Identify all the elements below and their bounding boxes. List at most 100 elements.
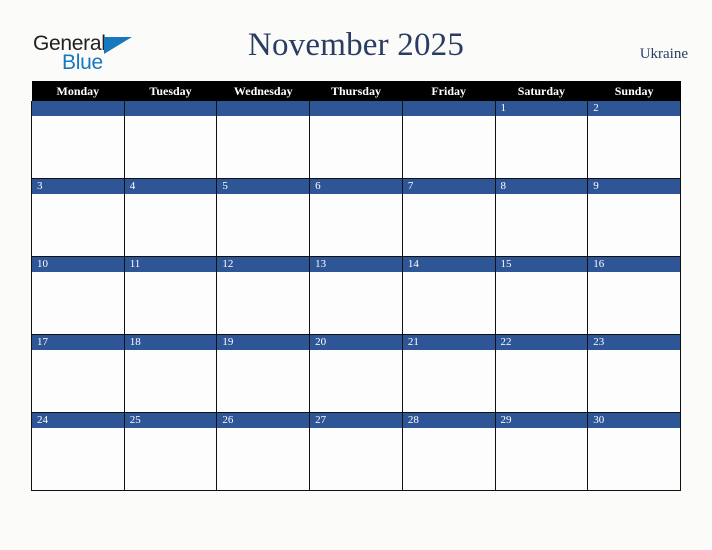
day-event-area[interactable] bbox=[32, 194, 124, 255]
day-event-area[interactable] bbox=[217, 194, 309, 255]
day-number: 13 bbox=[310, 257, 402, 272]
day-number: 21 bbox=[402, 335, 495, 350]
day-event-area[interactable] bbox=[588, 116, 680, 177]
day-number: 8 bbox=[495, 179, 588, 194]
weekday-header-saturday: Saturday bbox=[495, 81, 588, 101]
calendar-day-cell[interactable]: 22 bbox=[494, 334, 589, 413]
day-event-area[interactable] bbox=[32, 116, 124, 177]
day-event-area[interactable] bbox=[496, 116, 588, 177]
day-number: 7 bbox=[402, 179, 495, 194]
day-event-area[interactable] bbox=[125, 428, 217, 489]
calendar-week-row: 17 18 19 20 21 22 23 bbox=[31, 334, 681, 413]
calendar-day-cell[interactable]: 15 bbox=[494, 256, 589, 335]
calendar-day-cell[interactable]: 13 bbox=[309, 256, 403, 335]
calendar-day-cell[interactable]: 9 bbox=[587, 178, 681, 257]
day-event-area[interactable] bbox=[310, 116, 402, 177]
day-event-area[interactable] bbox=[496, 272, 588, 333]
day-event-area[interactable] bbox=[217, 272, 309, 333]
calendar-day-cell[interactable] bbox=[309, 101, 403, 179]
calendar-weeks: 1 2 3 4 5 6 7 8 9 10 11 12 13 14 15 16 1… bbox=[31, 101, 681, 491]
day-event-area[interactable] bbox=[125, 194, 217, 255]
day-number: 16 bbox=[588, 257, 680, 272]
calendar-day-cell[interactable]: 29 bbox=[494, 412, 589, 491]
calendar-day-cell[interactable]: 5 bbox=[216, 178, 311, 257]
calendar-day-cell[interactable]: 1 bbox=[494, 101, 589, 179]
day-event-area[interactable] bbox=[403, 116, 495, 177]
calendar-day-cell[interactable]: 3 bbox=[31, 178, 125, 257]
day-number: 22 bbox=[495, 335, 588, 350]
day-event-area[interactable] bbox=[32, 350, 124, 411]
calendar-day-cell[interactable] bbox=[216, 101, 311, 179]
day-event-area[interactable] bbox=[310, 350, 402, 411]
day-number bbox=[217, 101, 310, 116]
calendar-day-cell[interactable]: 27 bbox=[309, 412, 403, 491]
day-event-area[interactable] bbox=[125, 116, 217, 177]
calendar-day-cell[interactable]: 14 bbox=[401, 256, 496, 335]
day-number: 1 bbox=[495, 101, 588, 116]
day-event-area[interactable] bbox=[588, 194, 680, 255]
day-number: 27 bbox=[310, 413, 402, 428]
day-number: 2 bbox=[588, 101, 680, 116]
day-number: 6 bbox=[310, 179, 402, 194]
calendar-day-cell[interactable]: 17 bbox=[31, 334, 125, 413]
day-event-area[interactable] bbox=[403, 194, 495, 255]
calendar-day-cell[interactable]: 24 bbox=[31, 412, 125, 491]
day-event-area[interactable] bbox=[310, 272, 402, 333]
calendar-day-cell[interactable]: 8 bbox=[494, 178, 589, 257]
day-event-area[interactable] bbox=[310, 194, 402, 255]
day-number: 30 bbox=[588, 413, 680, 428]
day-event-area[interactable] bbox=[403, 272, 495, 333]
day-event-area[interactable] bbox=[403, 428, 495, 489]
day-number: 11 bbox=[124, 257, 217, 272]
day-number: 12 bbox=[217, 257, 310, 272]
calendar-week-row: 1 2 bbox=[31, 101, 681, 179]
page-header: General Blue November 2025 Ukraine bbox=[0, 0, 712, 81]
day-number: 3 bbox=[32, 179, 124, 194]
day-event-area[interactable] bbox=[217, 350, 309, 411]
calendar-day-cell[interactable]: 11 bbox=[123, 256, 218, 335]
day-number: 29 bbox=[495, 413, 588, 428]
calendar-day-cell[interactable]: 7 bbox=[401, 178, 496, 257]
day-number bbox=[310, 101, 402, 116]
calendar-day-cell[interactable]: 19 bbox=[216, 334, 311, 413]
calendar-week-row: 24 25 26 27 28 29 30 bbox=[31, 412, 681, 491]
day-event-area[interactable] bbox=[496, 350, 588, 411]
calendar-day-cell[interactable]: 20 bbox=[309, 334, 403, 413]
day-event-area[interactable] bbox=[588, 428, 680, 489]
day-number bbox=[32, 101, 124, 116]
day-event-area[interactable] bbox=[496, 194, 588, 255]
day-event-area[interactable] bbox=[403, 350, 495, 411]
calendar-day-cell[interactable]: 2 bbox=[587, 101, 681, 179]
day-event-area[interactable] bbox=[217, 428, 309, 489]
calendar-day-cell[interactable]: 4 bbox=[123, 178, 218, 257]
day-number: 18 bbox=[124, 335, 217, 350]
day-number bbox=[124, 101, 217, 116]
calendar-day-cell[interactable]: 21 bbox=[401, 334, 496, 413]
calendar-day-cell[interactable]: 25 bbox=[123, 412, 218, 491]
day-number: 15 bbox=[495, 257, 588, 272]
calendar-day-cell[interactable]: 12 bbox=[216, 256, 311, 335]
day-event-area[interactable] bbox=[125, 272, 217, 333]
calendar-day-cell[interactable]: 10 bbox=[31, 256, 125, 335]
day-event-area[interactable] bbox=[496, 428, 588, 489]
day-event-area[interactable] bbox=[125, 350, 217, 411]
day-event-area[interactable] bbox=[310, 428, 402, 489]
calendar-day-cell[interactable]: 16 bbox=[587, 256, 681, 335]
day-event-area[interactable] bbox=[588, 272, 680, 333]
day-event-area[interactable] bbox=[588, 350, 680, 411]
calendar-day-cell[interactable] bbox=[31, 101, 125, 179]
weekday-header-sunday: Sunday bbox=[587, 81, 681, 101]
calendar-day-cell[interactable]: 6 bbox=[309, 178, 403, 257]
weekday-header-thursday: Thursday bbox=[309, 81, 403, 101]
day-event-area[interactable] bbox=[217, 116, 309, 177]
calendar-day-cell[interactable] bbox=[123, 101, 218, 179]
calendar-day-cell[interactable] bbox=[401, 101, 496, 179]
day-event-area[interactable] bbox=[32, 272, 124, 333]
calendar-day-cell[interactable]: 23 bbox=[587, 334, 681, 413]
calendar-day-cell[interactable]: 28 bbox=[401, 412, 496, 491]
calendar-page: General Blue November 2025 Ukraine Monda… bbox=[0, 0, 712, 550]
day-event-area[interactable] bbox=[32, 428, 124, 489]
calendar-day-cell[interactable]: 26 bbox=[216, 412, 311, 491]
calendar-day-cell[interactable]: 30 bbox=[587, 412, 681, 491]
calendar-day-cell[interactable]: 18 bbox=[123, 334, 218, 413]
